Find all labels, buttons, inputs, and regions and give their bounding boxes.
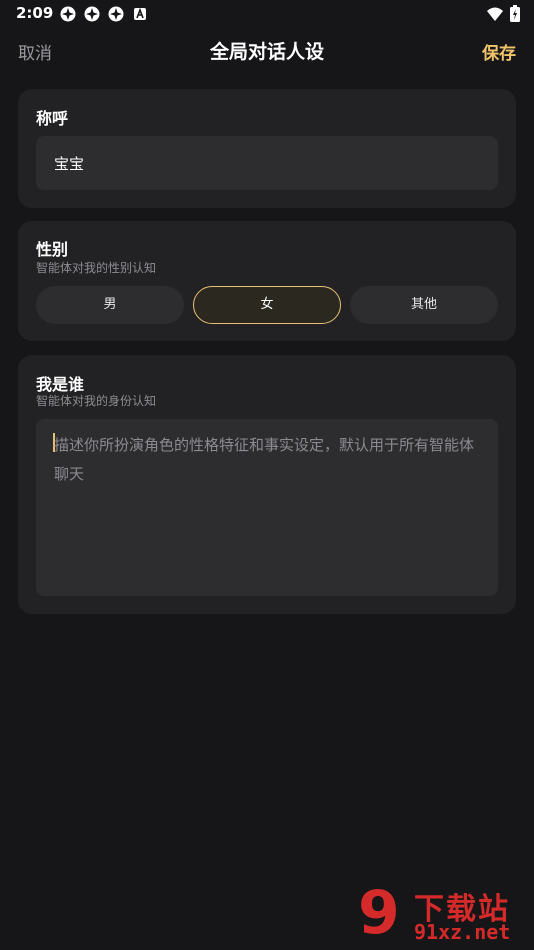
battery-charging-icon xyxy=(510,5,520,22)
identity-card: 我是谁 智能体对我的身份认知 描述你所扮演角色的性格特征和事实设定，默认用于所有… xyxy=(18,355,516,614)
system-icons xyxy=(486,5,520,22)
gender-subtitle: 智能体对我的性别认知 xyxy=(36,261,157,275)
nickname-title: 称呼 xyxy=(36,109,69,128)
nickname-card: 称呼 宝宝 xyxy=(18,89,516,208)
notification-icons xyxy=(60,6,148,22)
gender-option-other[interactable]: 其他 xyxy=(350,286,498,324)
status-bar: 2:09 xyxy=(0,0,534,28)
identity-placeholder: 描述你所扮演角色的性格特征和事实设定，默认用于所有智能体聊天 xyxy=(54,436,475,483)
status-time: 2:09 xyxy=(16,4,54,22)
app-notification-icon xyxy=(60,6,76,22)
identity-textarea[interactable]: 描述你所扮演角色的性格特征和事实设定，默认用于所有智能体聊天 xyxy=(36,419,498,596)
header-bar: 取消 全局对话人设 保存 xyxy=(0,28,534,74)
app-notification-icon xyxy=(108,6,124,22)
app-notification-icon xyxy=(84,6,100,22)
gender-option-male[interactable]: 男 xyxy=(36,286,184,324)
wifi-icon xyxy=(487,7,503,21)
save-button[interactable]: 保存 xyxy=(482,39,516,64)
watermark-mark: 9 xyxy=(358,878,400,948)
nickname-value: 宝宝 xyxy=(54,155,85,173)
identity-subtitle: 智能体对我的身份认知 xyxy=(36,394,157,408)
cancel-button[interactable]: 取消 xyxy=(18,39,52,64)
page-title: 全局对话人设 xyxy=(209,41,324,63)
a-badge-icon xyxy=(134,7,146,20)
nickname-input[interactable]: 宝宝 xyxy=(36,136,498,190)
gender-title: 性别 xyxy=(36,240,69,259)
watermark-logo: 9 下载站 91xz.net xyxy=(358,878,528,948)
watermark-url: 91xz.net xyxy=(414,920,511,944)
gender-option-female[interactable]: 女 xyxy=(193,286,341,324)
gender-card: 性别 智能体对我的性别认知 男 女 其他 xyxy=(18,221,516,341)
page: 2:09 取消 全局对话人设 保存 称呼 宝宝 性别 智能体对我的性别认知 男 … xyxy=(0,0,534,950)
